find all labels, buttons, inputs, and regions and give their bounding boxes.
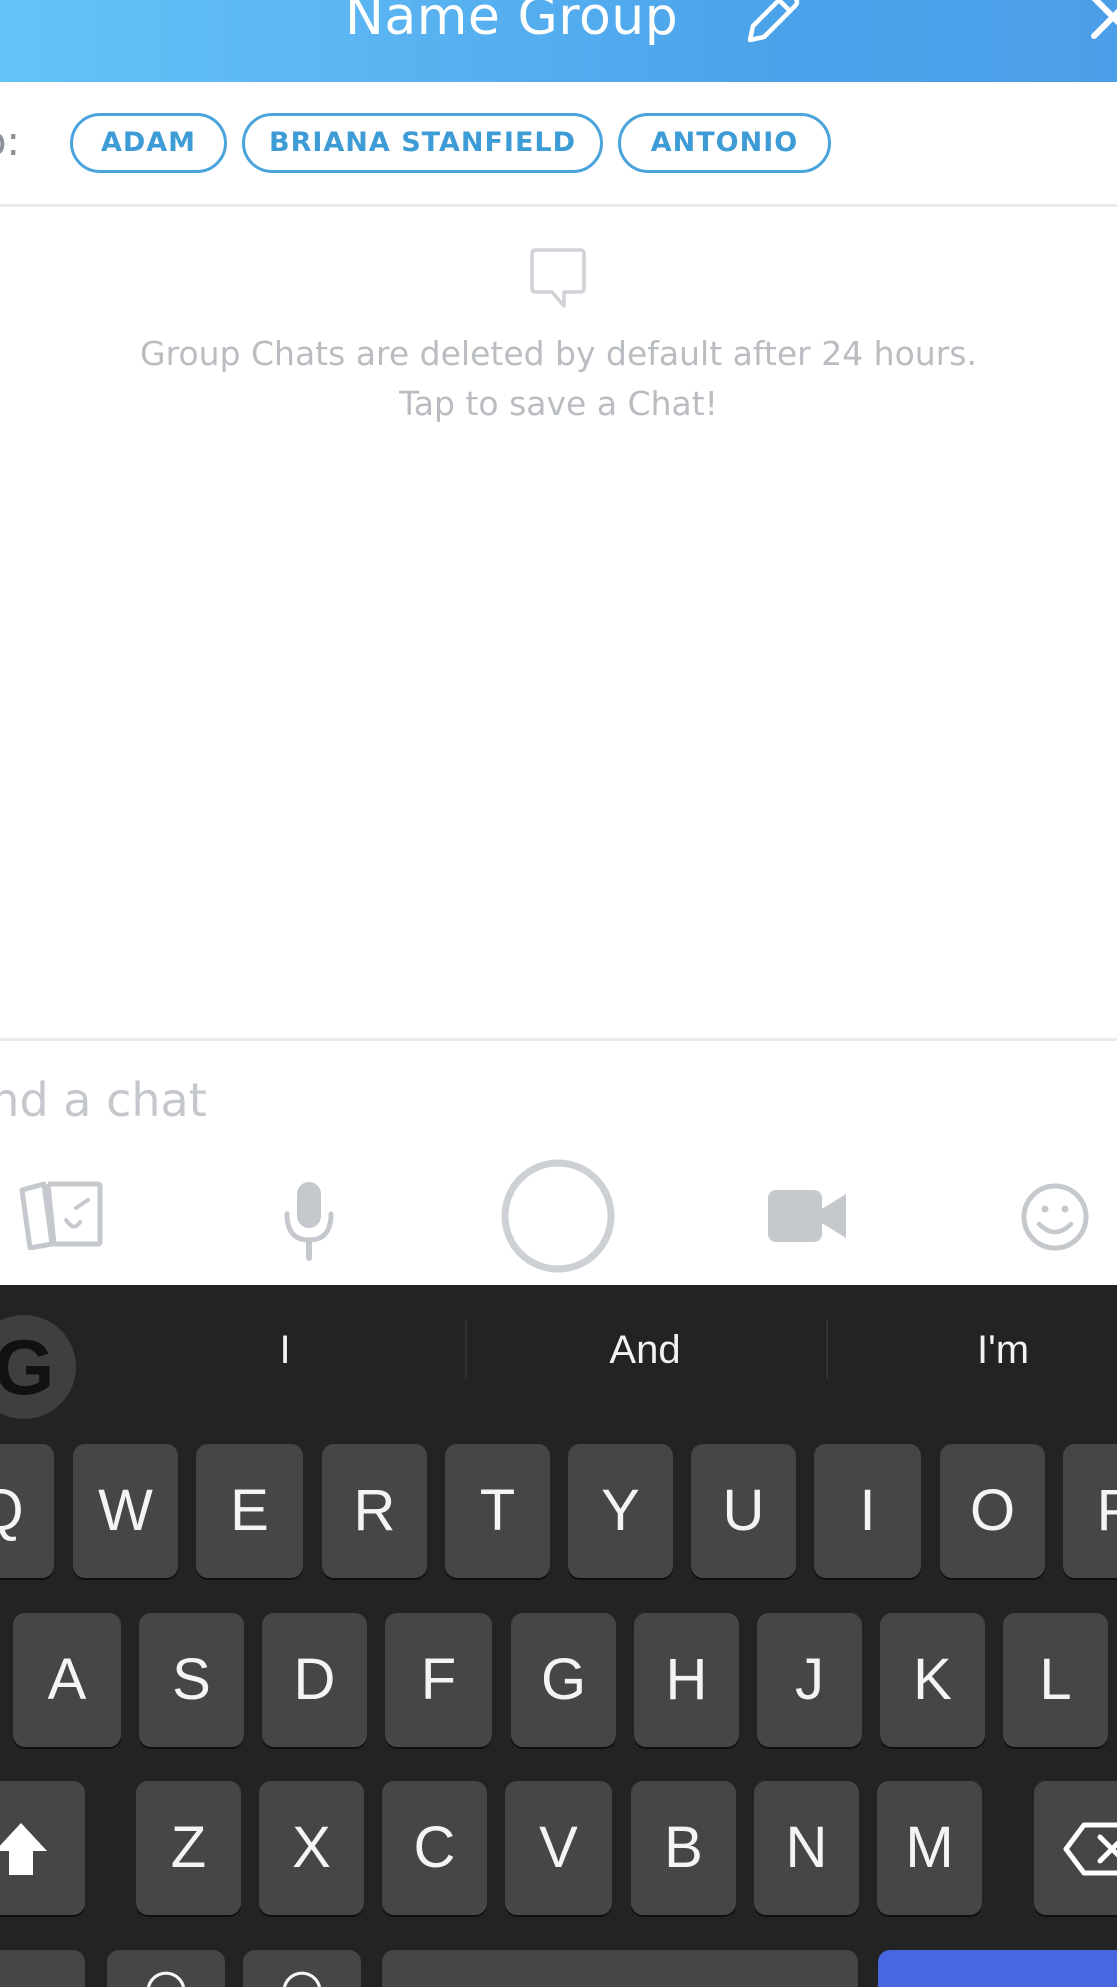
key-v[interactable]: V [505,1781,612,1915]
shift-icon [0,1823,47,1875]
key-t[interactable]: T [445,1444,550,1578]
chat-bubble-icon [530,248,586,308]
key-h[interactable]: H [634,1613,739,1747]
suggestion-i[interactable]: I [165,1315,405,1385]
keyboard: G I And I'm Q W E R T Y U I O P A S D F … [0,1285,1117,1987]
key-r[interactable]: R [322,1444,427,1578]
recipient-chip-antonio[interactable]: ANTONIO [618,113,831,173]
key-b[interactable]: B [631,1781,736,1915]
microphone-icon[interactable] [283,1180,335,1262]
key-m[interactable]: M [877,1781,982,1915]
info-text-line2[interactable]: Tap to save a Chat! [0,384,1117,423]
backspace-icon [1063,1822,1117,1876]
group-name-title[interactable]: Name Group [345,0,678,52]
key-x[interactable]: X [259,1781,364,1915]
key-n[interactable]: N [754,1781,859,1915]
microphone-key[interactable] [243,1950,361,1987]
key-k[interactable]: K [880,1613,985,1747]
key-y[interactable]: Y [568,1444,673,1578]
key-w[interactable]: W [73,1444,178,1578]
emoji-icon[interactable] [1020,1182,1090,1252]
pencil-icon[interactable] [740,0,802,48]
suggestion-separator [826,1320,828,1378]
header-bar: Name Group [0,0,1117,82]
space-bar[interactable] [382,1950,858,1987]
key-q[interactable]: Q [0,1444,54,1578]
key-c[interactable]: C [382,1781,487,1915]
key-o[interactable]: O [940,1444,1045,1578]
key-u[interactable]: U [691,1444,796,1578]
backspace-key[interactable] [1034,1781,1117,1915]
key-g[interactable]: G [511,1613,616,1747]
divider [0,1038,1117,1041]
key-s[interactable]: S [139,1613,244,1747]
key-a[interactable]: A [13,1613,121,1747]
video-call-icon[interactable] [768,1188,848,1244]
numbers-key[interactable] [0,1950,85,1987]
recipients-row: o: ADAM BRIANA STANFIELD ANTONIO [0,82,1117,206]
emoji-icon [146,1971,186,1987]
divider [0,204,1117,207]
group-chat-screen: Name Group o: ADAM BRIANA STANFIELD ANTO… [0,0,1117,1987]
chat-input[interactable]: end a chat [0,1066,862,1134]
key-d[interactable]: D [262,1613,367,1747]
google-button[interactable]: G [0,1315,76,1419]
suggestion-and[interactable]: And [525,1315,765,1385]
suggestion-im[interactable]: I'm [883,1315,1117,1385]
info-text-line1: Group Chats are deleted by default after… [140,334,977,373]
memories-icon[interactable] [18,1178,104,1250]
key-l[interactable]: L [1003,1613,1108,1747]
microphone-icon [282,1971,322,1987]
recipient-chip-briana-stanfield[interactable]: BRIANA STANFIELD [242,113,603,173]
key-p[interactable]: P [1063,1444,1117,1578]
key-j[interactable]: J [757,1613,862,1747]
close-icon[interactable] [1088,0,1117,42]
capture-button[interactable] [500,1158,616,1274]
key-z[interactable]: Z [136,1781,241,1915]
return-key[interactable] [878,1950,1117,1987]
emoji-key[interactable] [107,1950,225,1987]
key-e[interactable]: E [196,1444,303,1578]
to-label: o: [0,119,20,165]
key-f[interactable]: F [385,1613,492,1747]
key-i[interactable]: I [814,1444,921,1578]
suggestion-separator [465,1320,467,1378]
recipient-chip-adam[interactable]: ADAM [70,113,227,173]
shift-key[interactable] [0,1781,85,1915]
